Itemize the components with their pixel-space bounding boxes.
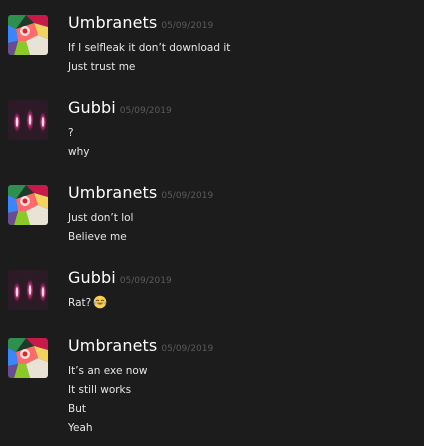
message-header: Gubbi 05/09/2019 (68, 268, 172, 287)
timestamp: 05/09/2019 (161, 191, 214, 201)
message-header: Gubbi 05/09/2019 (68, 98, 172, 117)
message-line: But (68, 403, 86, 415)
message-line: It’s an exe now (68, 365, 148, 377)
message-text: Rat? (68, 297, 92, 309)
umbranets-avatar-image (8, 185, 48, 225)
message-line: If I selfleak it don’t download it (68, 42, 231, 54)
message-line: Yeah (68, 422, 93, 434)
joy-emoji-icon (93, 295, 107, 309)
username[interactable]: Umbranets (68, 183, 157, 202)
timestamp: 05/09/2019 (161, 21, 214, 31)
message-header: Umbranets 05/09/2019 (68, 13, 213, 32)
timestamp: 05/09/2019 (119, 106, 172, 116)
message-line: Believe me (68, 231, 127, 243)
gubbi-avatar[interactable] (8, 270, 48, 310)
chat-log: Umbranets 05/09/2019 If I selfleak it don… (0, 0, 424, 446)
timestamp: 05/09/2019 (161, 344, 214, 354)
message-line: Rat? (68, 294, 107, 313)
umbranets-avatar[interactable] (8, 338, 48, 378)
message-line: Just don’t lol (68, 212, 134, 224)
message-body: Rat? (68, 294, 107, 313)
username[interactable]: Gubbi (68, 268, 116, 287)
username[interactable]: Gubbi (68, 98, 116, 117)
message-body: Just don’t lol Believe me (68, 209, 133, 247)
gubbi-avatar-image (8, 270, 48, 310)
message-header: Umbranets 05/09/2019 (68, 336, 213, 355)
message-line: why (68, 146, 90, 158)
umbranets-avatar[interactable] (8, 15, 48, 55)
message-body: It’s an exe now It still works But Yeah (68, 362, 147, 438)
gubbi-avatar-image (8, 100, 48, 140)
username[interactable]: Umbranets (68, 13, 157, 32)
message-line: Just trust me (68, 61, 136, 73)
message-line: ? (68, 127, 74, 139)
umbranets-avatar-image (8, 338, 48, 378)
message-header: Umbranets 05/09/2019 (68, 183, 213, 202)
umbranets-avatar[interactable] (8, 185, 48, 225)
timestamp: 05/09/2019 (119, 276, 172, 286)
umbranets-avatar-image (8, 15, 48, 55)
gubbi-avatar[interactable] (8, 100, 48, 140)
username[interactable]: Umbranets (68, 336, 157, 355)
message-line: It still works (68, 384, 132, 396)
message-body: If I selfleak it don’t download it Just … (68, 39, 230, 77)
message-body: ? why (68, 124, 89, 162)
